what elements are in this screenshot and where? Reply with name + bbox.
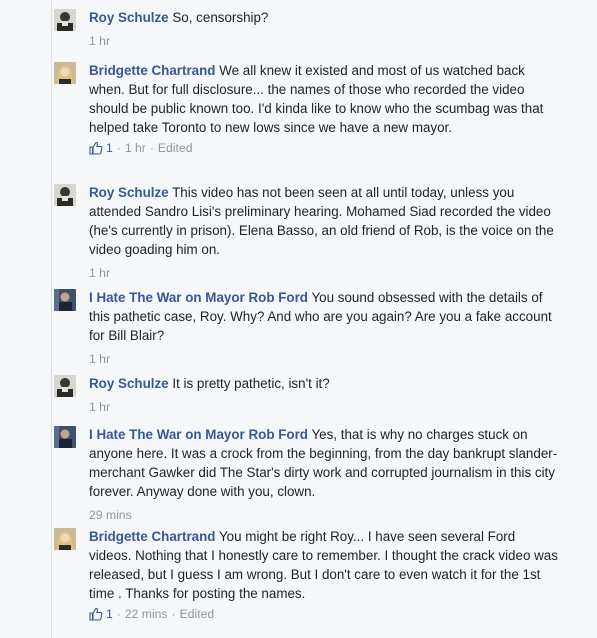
avatar[interactable] xyxy=(54,426,76,448)
author-link[interactable]: Bridgette Chartrand xyxy=(89,63,215,78)
author-link[interactable]: Bridgette Chartrand xyxy=(89,529,215,544)
edited-label[interactable]: Edited xyxy=(158,140,193,156)
comment-meta: 1 hr xyxy=(89,33,559,49)
timestamp[interactable]: 1 hr xyxy=(89,33,110,49)
avatar[interactable] xyxy=(54,184,76,206)
comment-meta: 1 · 22 mins · Edited xyxy=(89,606,559,622)
comment-text: Bridgette Chartrand We all knew it exist… xyxy=(89,61,559,137)
avatar[interactable] xyxy=(54,375,76,397)
comment-thread: Roy Schulze So, censorship? 1 hr Bridget… xyxy=(51,0,597,638)
separator: · xyxy=(149,141,154,155)
timestamp[interactable]: 1 hr xyxy=(89,351,110,367)
separator: · xyxy=(116,607,121,621)
comment-text: Roy Schulze It is pretty pathetic, isn't… xyxy=(89,374,559,393)
comment-meta: 29 mins xyxy=(89,507,559,523)
comment-body: It is pretty pathetic, isn't it? xyxy=(172,376,330,391)
avatar[interactable] xyxy=(54,9,76,31)
author-link[interactable]: I Hate The War on Mayor Rob Ford xyxy=(89,290,308,305)
comment-meta: 1 hr xyxy=(89,265,559,281)
timestamp[interactable]: 29 mins xyxy=(89,507,132,523)
comment-text: I Hate The War on Mayor Rob Ford You sou… xyxy=(89,288,559,345)
avatar[interactable] xyxy=(54,289,76,311)
author-link[interactable]: I Hate The War on Mayor Rob Ford xyxy=(89,427,308,442)
comment-meta: 1 · 1 hr · Edited xyxy=(89,140,559,156)
timestamp[interactable]: 22 mins xyxy=(125,606,168,622)
separator: · xyxy=(116,141,121,155)
timestamp[interactable]: 1 hr xyxy=(89,399,110,415)
comment-text: Roy Schulze So, censorship? xyxy=(89,8,559,27)
comment-text: I Hate The War on Mayor Rob Ford Yes, th… xyxy=(89,425,559,501)
like-count[interactable]: 1 xyxy=(106,606,113,622)
timestamp[interactable]: 1 hr xyxy=(125,140,146,156)
author-link[interactable]: Roy Schulze xyxy=(89,376,169,391)
separator: · xyxy=(171,607,176,621)
comment-meta: 1 hr xyxy=(89,351,559,367)
comment-meta: 1 hr xyxy=(89,399,559,415)
avatar[interactable] xyxy=(54,62,76,84)
timestamp[interactable]: 1 hr xyxy=(89,265,110,281)
thumbs-up-icon[interactable] xyxy=(89,141,103,155)
comment-text: Roy Schulze This video has not been seen… xyxy=(89,183,559,259)
like-count[interactable]: 1 xyxy=(106,140,113,156)
thumbs-up-icon[interactable] xyxy=(89,607,103,621)
comment-text: Bridgette Chartrand You might be right R… xyxy=(89,527,559,603)
author-link[interactable]: Roy Schulze xyxy=(89,185,169,200)
comment-body: So, censorship? xyxy=(172,10,269,25)
avatar[interactable] xyxy=(54,528,76,550)
author-link[interactable]: Roy Schulze xyxy=(89,10,169,25)
edited-label[interactable]: Edited xyxy=(180,606,215,622)
